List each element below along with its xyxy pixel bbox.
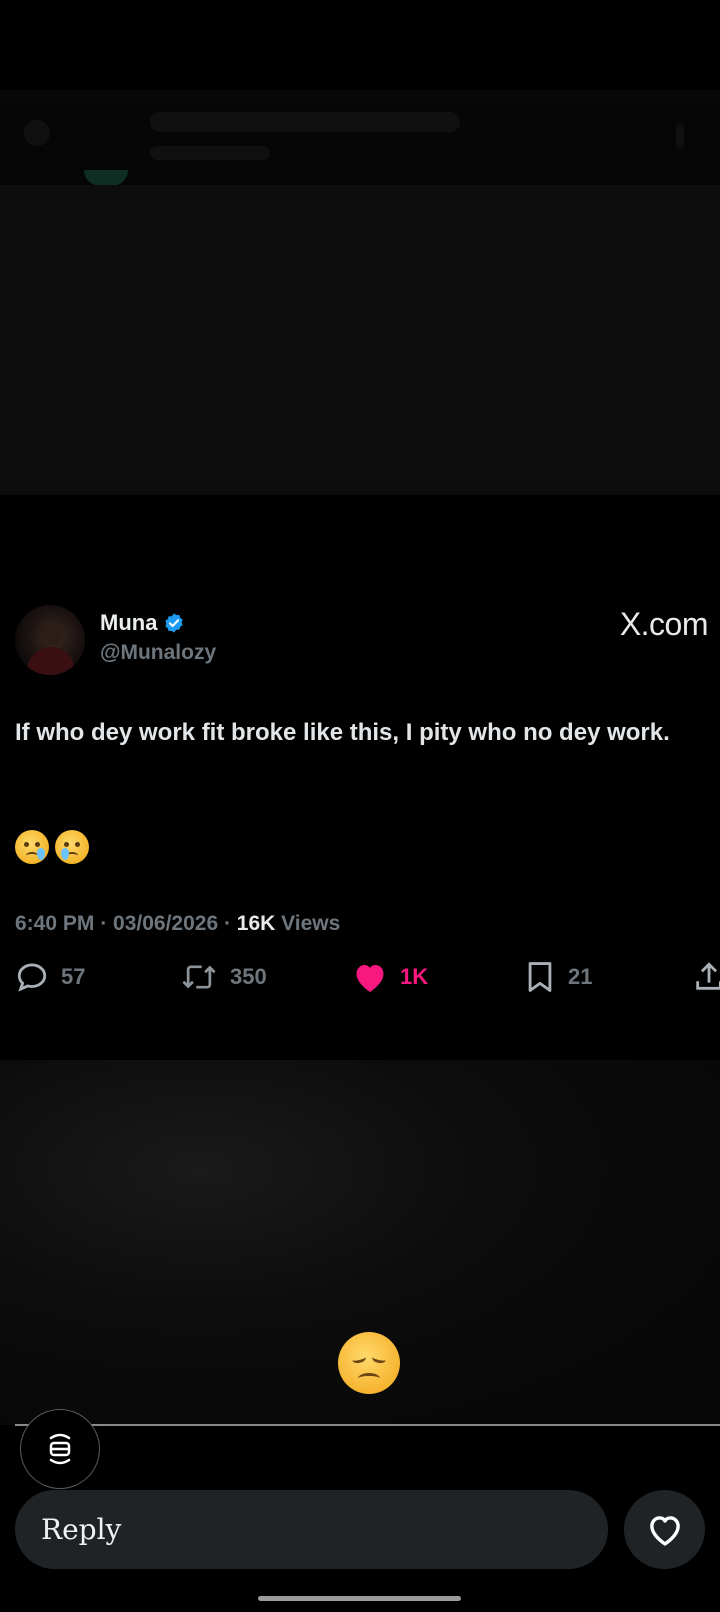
bookmark-action[interactable]: 21 [524,960,592,994]
source-watermark: X.com [619,606,709,642]
media-area [0,185,720,495]
blurred-menu-icon [676,124,684,148]
repost-count: 350 [230,964,267,989]
tweet-meta: 6:40 PM · 03/06/2026 · 16K Views [15,912,340,936]
display-name[interactable]: Muna [100,610,185,636]
share-icon [696,962,720,990]
blurred-subtitle [150,146,270,160]
like-action[interactable]: 1K [352,960,428,994]
share-action[interactable] [692,960,720,994]
handle[interactable]: @Munalozy [100,641,216,665]
heart-outline-icon [649,1515,680,1546]
bookmark-count: 21 [568,964,593,989]
reply-input[interactable]: Reply [15,1490,608,1569]
view-mode-icon [49,1433,71,1465]
display-name-text: Muna [100,610,158,635]
views-count: 16K [236,912,276,935]
tweet-timestamp: 6:40 PM · 03/06/2026 · [15,912,237,935]
disappointed-face-icon[interactable] [338,1332,400,1394]
verified-badge-icon [165,613,184,633]
reply-placeholder: Reply [41,1513,122,1546]
repost-icon [182,965,216,989]
avatar[interactable] [15,605,85,675]
tweet-actions: 57 350 1K 21 [0,960,720,1004]
reply-action[interactable]: 57 [15,960,85,994]
blurred-back-icon [24,120,50,146]
views-label: Views [275,912,341,935]
bookmark-icon [528,962,552,992]
like-count: 1K [400,964,429,989]
home-indicator[interactable] [258,1596,461,1601]
sad-but-relieved-face-icon [15,830,49,864]
blurred-title [150,112,460,132]
story-progress-bar [15,1424,720,1426]
tweet-text: If who dey work fit broke like this, I p… [15,719,670,746]
tweet-emojis [15,830,89,864]
reply-count: 57 [61,964,86,989]
crying-face-icon [55,830,89,864]
reply-icon [17,963,47,992]
heart-filled-icon [356,965,384,992]
view-mode-button[interactable] [20,1409,100,1489]
repost-action[interactable]: 350 [180,960,267,994]
like-story-button[interactable] [624,1490,705,1569]
